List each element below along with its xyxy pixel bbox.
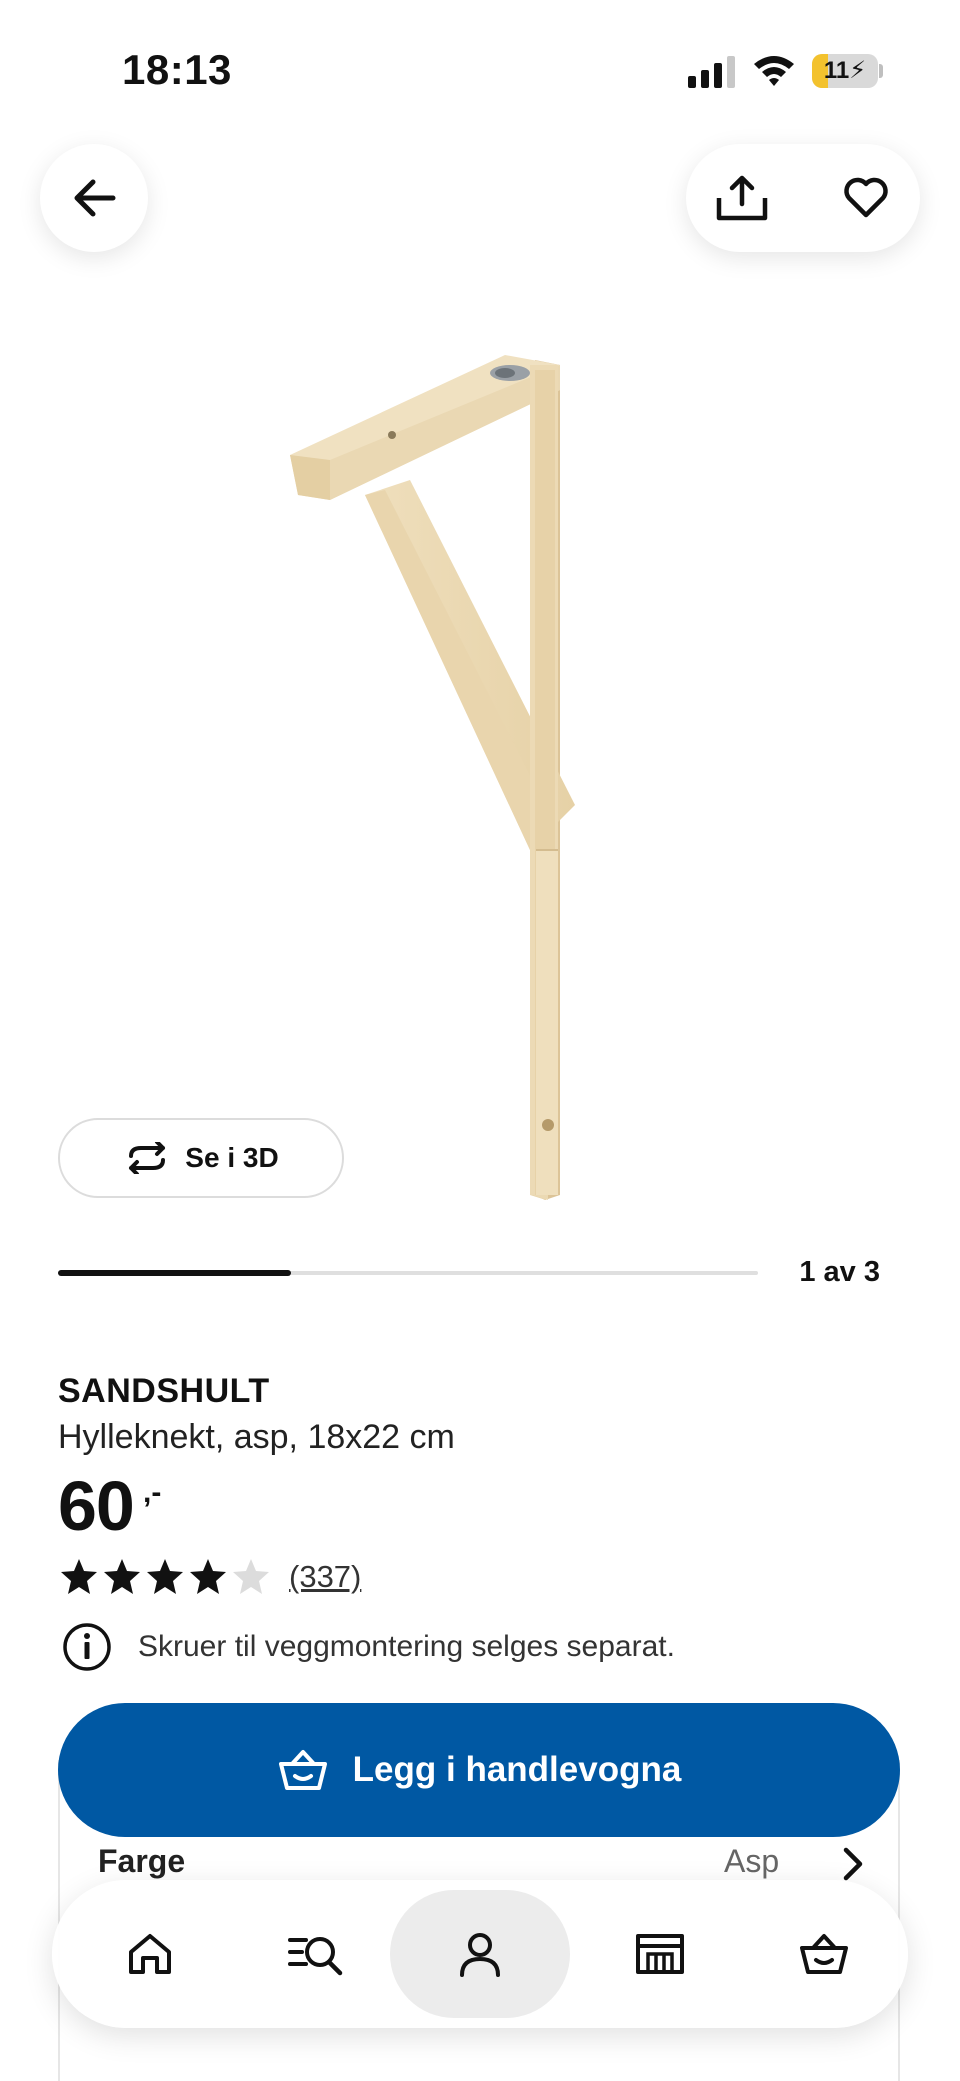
product-price: 60 xyxy=(58,1467,135,1545)
share-icon xyxy=(716,175,768,221)
wifi-icon xyxy=(754,56,794,86)
price-suffix: ,- xyxy=(143,1476,162,1509)
color-label[interactable]: Farge xyxy=(98,1843,185,1880)
rotate-3d-icon xyxy=(129,1142,166,1174)
rating-count[interactable]: (337) xyxy=(289,1559,361,1595)
status-time: 18:13 xyxy=(122,46,232,93)
back-button[interactable] xyxy=(40,144,148,252)
add-to-cart-button[interactable]: Legg i handlevogna xyxy=(58,1703,900,1837)
product-name: SANDSHULT xyxy=(58,1372,270,1410)
gallery-progress xyxy=(58,1270,758,1276)
search-list-icon xyxy=(288,1937,343,1976)
star-filled-icon xyxy=(104,1559,140,1594)
gallery-progress-fill xyxy=(58,1270,292,1276)
bottom-nav xyxy=(52,1880,908,2028)
share-button[interactable] xyxy=(688,144,796,252)
battery-cap xyxy=(879,64,883,78)
arrow-left-icon xyxy=(74,179,116,217)
favorite-button[interactable] xyxy=(812,144,920,252)
nav-search[interactable] xyxy=(252,1890,380,2018)
color-value[interactable]: Asp xyxy=(724,1843,779,1880)
profile-icon xyxy=(460,1933,500,1977)
info-icon xyxy=(63,1623,111,1671)
store-icon xyxy=(636,1934,684,1974)
home-icon xyxy=(129,1934,171,1974)
cart-icon xyxy=(800,1934,848,1974)
rating-stars xyxy=(58,1556,273,1598)
cart-icon xyxy=(278,1750,327,1790)
info-notice: Skruer til veggmontering selges separat. xyxy=(62,1622,675,1672)
view-3d-button[interactable]: Se i 3D xyxy=(58,1118,344,1198)
heart-outline-icon xyxy=(844,177,888,218)
add-to-cart-label: Legg i handlevogna xyxy=(352,1750,682,1789)
star-filled-icon xyxy=(147,1559,183,1594)
nav-stores[interactable] xyxy=(596,1890,724,2018)
chevron-right-icon[interactable] xyxy=(838,1846,866,1882)
star-empty-icon xyxy=(233,1559,269,1594)
star-filled-icon xyxy=(190,1559,226,1594)
battery-level: 11⚡ xyxy=(823,57,867,84)
product-rating[interactable]: (337) xyxy=(58,1556,361,1598)
view-3d-label: Se i 3D xyxy=(185,1142,279,1173)
battery-indicator: 11⚡ xyxy=(812,54,878,88)
nav-cart[interactable] xyxy=(760,1890,888,2018)
star-filled-icon xyxy=(61,1559,97,1594)
action-group xyxy=(686,144,920,252)
product-description: Hylleknekt, asp, 18x22 cm xyxy=(58,1418,455,1456)
product-image[interactable] xyxy=(290,345,670,1205)
nav-home[interactable] xyxy=(86,1890,214,2018)
signal-icon xyxy=(688,56,735,88)
gallery-counter: 1 av 3 xyxy=(799,1256,880,1288)
nav-profile[interactable] xyxy=(390,1890,570,2018)
info-notice-text: Skruer til veggmontering selges separat. xyxy=(138,1630,675,1663)
